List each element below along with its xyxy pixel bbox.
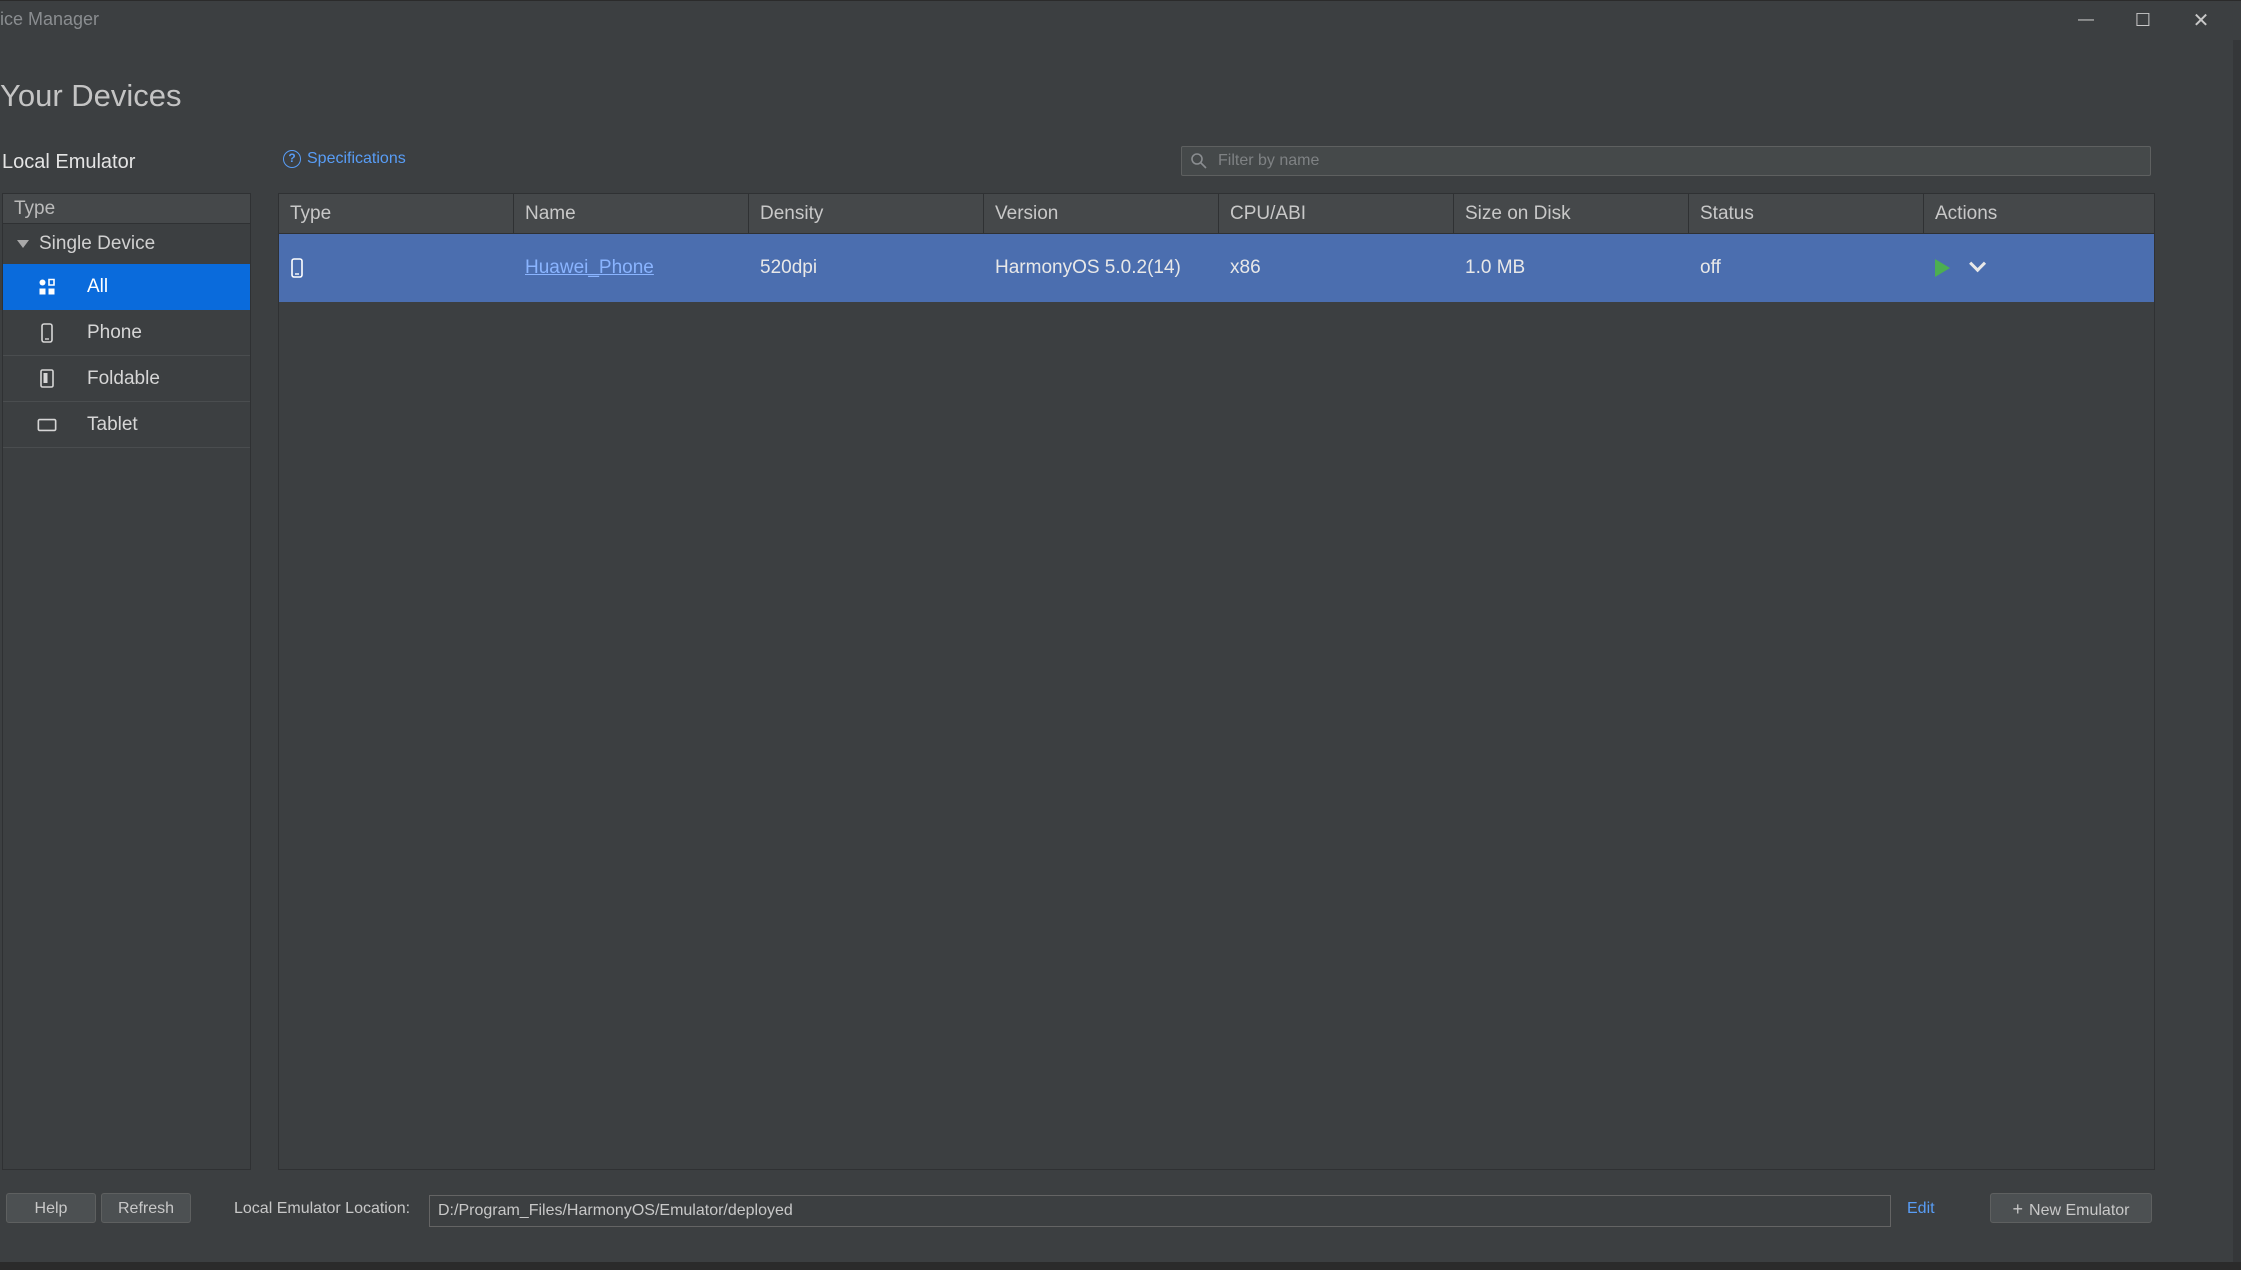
minimize-button[interactable]: — (2066, 5, 2106, 35)
sidebar-item-label: Foldable (87, 367, 160, 389)
column-header-version[interactable]: Version (984, 194, 1219, 234)
specifications-link[interactable]: ? Specifications (283, 150, 406, 168)
column-header-type[interactable]: Type (279, 194, 514, 234)
cell-cpu: x86 (1230, 257, 1261, 278)
phone-icon (37, 322, 57, 343)
location-field[interactable]: D:/Program_Files/HarmonyOS/Emulator/depl… (429, 1195, 1891, 1227)
sidebar-item-all[interactable]: All (3, 264, 250, 310)
column-header-density[interactable]: Density (749, 194, 984, 234)
location-label: Local Emulator Location: (234, 1200, 411, 1217)
column-header-cpu[interactable]: CPU/ABI (1219, 194, 1454, 234)
cell-type (279, 234, 514, 302)
sidebar-item-tablet[interactable]: Tablet (3, 402, 250, 448)
sidebar-item-foldable[interactable]: Foldable (3, 356, 250, 402)
maximize-button[interactable]: ☐ (2123, 5, 2163, 35)
device-type-sidebar: Type Single Device All Phone Foldable Ta… (2, 193, 251, 1170)
sidebar-item-phone[interactable]: Phone (3, 310, 250, 356)
minimize-icon: — (2078, 11, 2094, 28)
window-edge (2233, 40, 2241, 1262)
tablet-icon (37, 415, 57, 435)
specifications-label: Specifications (307, 150, 406, 167)
help-button[interactable]: Help (6, 1193, 96, 1223)
sidebar-item-label: All (87, 275, 109, 297)
close-button[interactable]: ✕ (2181, 5, 2221, 35)
edit-link[interactable]: Edit (1907, 1200, 1935, 1218)
cell-name[interactable]: Huawei_Phone (514, 234, 749, 302)
column-header-size[interactable]: Size on Disk (1454, 194, 1689, 234)
maximize-icon: ☐ (2134, 9, 2152, 30)
cell-actions (1924, 234, 2154, 302)
title-bar: ice Manager — ☐ ✕ (0, 0, 2241, 40)
sidebar-header: Type (3, 194, 250, 224)
sidebar-item-label: Phone (87, 321, 142, 343)
column-header-status[interactable]: Status (1689, 194, 1924, 234)
new-emulator-label: New Emulator (2029, 1202, 2130, 1219)
search-icon (1191, 153, 1207, 169)
sidebar-group-label: Single Device (39, 233, 156, 254)
sidebar-group-single-device[interactable]: Single Device (3, 224, 250, 264)
filter-input[interactable] (1216, 151, 2116, 171)
sidebar-item-label: Tablet (87, 413, 138, 435)
question-icon: ? (283, 150, 301, 168)
plus-icon: + (2012, 1199, 2024, 1219)
cell-density: 520dpi (760, 257, 818, 278)
page-title: Your Devices (0, 78, 182, 113)
new-emulator-button[interactable]: + New Emulator (1990, 1193, 2152, 1223)
cell-version: HarmonyOS 5.0.2(14) (995, 257, 1181, 278)
table-row[interactable]: Huawei_Phone 520dpi HarmonyOS 5.0.2(14) … (279, 234, 2154, 302)
filter-box[interactable] (1181, 146, 2151, 176)
cell-size: 1.0 MB (1465, 257, 1526, 278)
window-title: ice Manager (0, 9, 100, 29)
foldable-icon (37, 368, 57, 389)
close-icon: ✕ (2192, 9, 2210, 32)
chevron-down-icon[interactable] (1969, 255, 1987, 273)
phone-icon (291, 258, 303, 278)
triangle-down-icon (17, 240, 29, 248)
play-icon[interactable] (1935, 258, 1950, 277)
section-title: Local Emulator (2, 151, 136, 173)
device-name-link[interactable]: Huawei_Phone (525, 257, 654, 278)
refresh-button[interactable]: Refresh (101, 1193, 191, 1223)
column-header-name[interactable]: Name (514, 194, 749, 234)
cell-status: off (1700, 257, 1721, 278)
device-table: Type Name Density Version CPU/ABI Size o… (278, 193, 2155, 1170)
status-bar (0, 1262, 2241, 1270)
column-header-actions: Actions (1935, 203, 1998, 224)
table-header: Type Name Density Version CPU/ABI Size o… (279, 194, 2154, 234)
grid-icon (37, 277, 57, 297)
